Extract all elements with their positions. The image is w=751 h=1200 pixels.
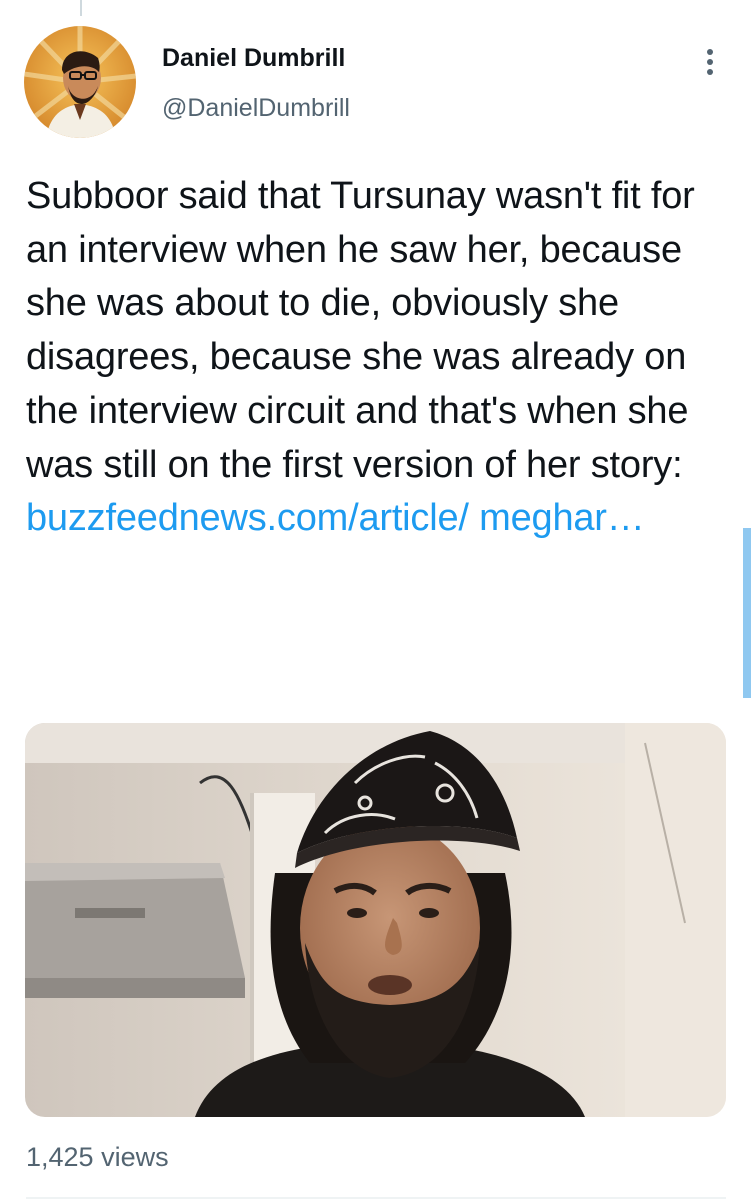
video-thumbnail[interactable] — [25, 723, 726, 1117]
tweet-link[interactable]: buzzfeednews.com/article/ meghar… — [26, 497, 645, 539]
divider — [26, 1197, 726, 1199]
more-vertical-icon — [707, 49, 713, 75]
thread-connector-line — [80, 0, 82, 16]
tweet-body-text: Subboor said that Tursunay wasn't fit fo… — [26, 175, 695, 486]
scrollbar[interactable] — [743, 528, 751, 698]
avatar-illustration — [24, 26, 136, 138]
tweet-text: Subboor said that Tursunay wasn't fit fo… — [26, 170, 726, 546]
view-count: 1,425 views — [26, 1142, 169, 1172]
video-thumbnail-image — [25, 723, 726, 1117]
avatar[interactable] — [24, 26, 136, 138]
author-handle[interactable]: @DanielDumbrill — [162, 92, 350, 124]
more-options-button[interactable] — [690, 40, 730, 84]
author-name[interactable]: Daniel Dumbrill — [162, 42, 345, 74]
